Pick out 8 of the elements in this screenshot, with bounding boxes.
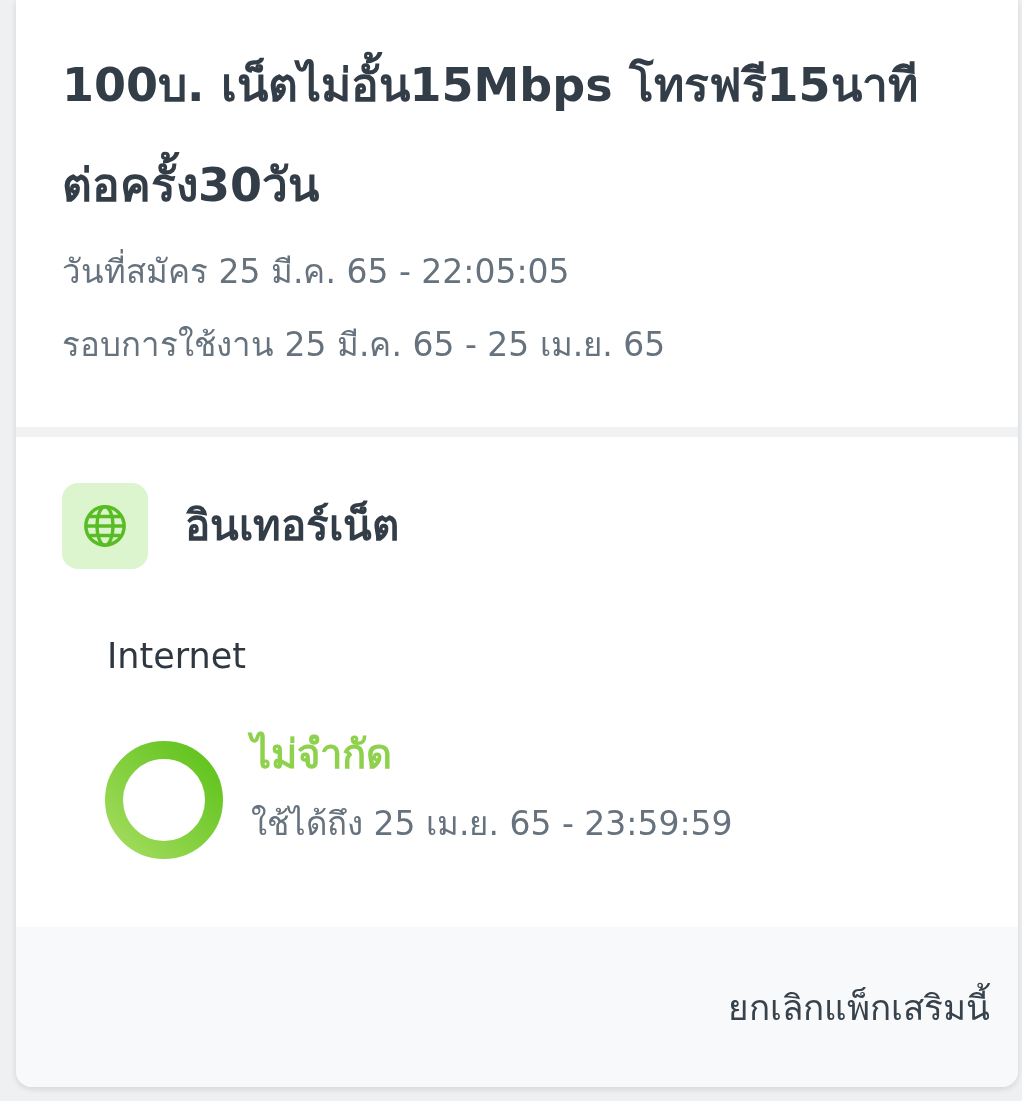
cancel-link[interactable]: ยกเลิกแพ็กเสริมนี้ bbox=[728, 979, 990, 1035]
globe-icon bbox=[62, 483, 148, 569]
benefit-label: Internet bbox=[107, 635, 247, 678]
package-title: 100บ. เน็ตไม่อั้น15Mbps โทรฟรี15นาทีต่อครั้ง30วัน bbox=[62, 35, 962, 235]
quota-valid-until: ใช้ได้ถึง 25 เม.ย. 65 - 23:59:59 bbox=[251, 803, 733, 845]
package-detail: รอบการใช้งาน 25 มี.ค. 65 - 25 เม.ย. 65 bbox=[62, 324, 667, 366]
benefit-title: อินเทอร์เน็ต bbox=[185, 499, 399, 552]
package-detail: วันที่สมัคร 25 มี.ค. 65 - 22:05:05 bbox=[62, 235, 978, 308]
